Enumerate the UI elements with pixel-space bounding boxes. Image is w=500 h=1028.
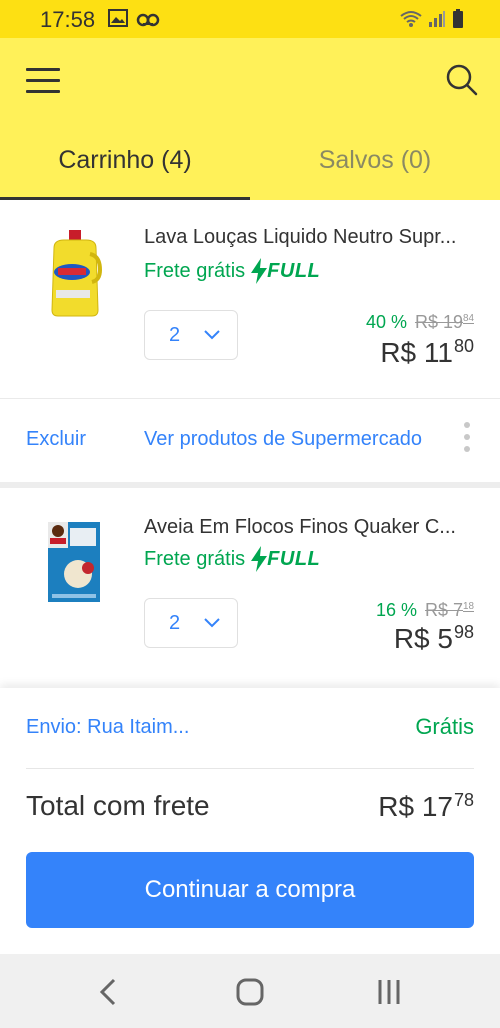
full-badge-label: FULL — [267, 547, 321, 570]
chevron-down-icon — [204, 618, 220, 628]
product-title[interactable]: Lava Louças Liquido Neutro Supr... — [144, 226, 480, 249]
total-value: R$ 1778 — [378, 790, 474, 822]
full-badge-label: FULL — [267, 259, 321, 282]
discount-percent: 16 % — [375, 600, 417, 620]
more-options-icon[interactable] — [462, 422, 472, 458]
hamburger-menu-icon[interactable] — [26, 68, 62, 96]
status-time: 17:58 — [40, 7, 96, 32]
quantity-value: 2 — [169, 612, 181, 634]
shipping-address[interactable]: Envio: Rua Itaim... — [26, 716, 189, 739]
cart-item: Lava Louças Liquido Neutro Supr... Frete… — [0, 200, 500, 482]
signal-icon — [428, 10, 446, 33]
status-icons-right — [400, 9, 464, 34]
tab-cart[interactable]: Carrinho (4) — [0, 120, 250, 200]
shipping-cost: Grátis — [415, 714, 474, 739]
full-badge: FULL — [251, 546, 320, 572]
image-icon — [108, 9, 128, 32]
divider — [26, 768, 474, 769]
recents-icon[interactable] — [370, 974, 410, 1010]
battery-icon — [452, 9, 464, 34]
old-price: R$ 718 — [424, 600, 474, 620]
status-bar: 17:58 — [0, 0, 500, 38]
cart-tabs: Carrinho (4) Salvos (0) — [0, 120, 500, 200]
voicemail-icon — [136, 8, 160, 33]
search-icon[interactable] — [444, 62, 480, 98]
home-icon[interactable] — [230, 974, 270, 1010]
item-price: R$ 1180 — [380, 336, 474, 368]
app-header: Carrinho (4) Salvos (0) — [0, 38, 500, 200]
tab-saved[interactable]: Salvos (0) — [250, 120, 500, 200]
product-title[interactable]: Aveia Em Flocos Finos Quaker C... — [144, 516, 480, 539]
system-nav-bar — [0, 954, 500, 1028]
item-actions: Excluir Ver produtos de Supermercado — [0, 400, 500, 482]
status-icons-left — [108, 8, 160, 33]
item-price: R$ 598 — [393, 622, 474, 654]
discount-row: 40 % R$ 1984 — [366, 312, 474, 333]
free-shipping-label: Frete grátis — [144, 259, 246, 282]
old-price: R$ 1984 — [414, 312, 474, 332]
product-image-oats[interactable] — [40, 516, 110, 606]
discount-percent: 40 % — [365, 312, 407, 332]
quantity-select[interactable]: 2 — [144, 598, 238, 648]
total-label: Total com frete — [26, 790, 210, 821]
discount-row: 16 % R$ 718 — [376, 600, 474, 621]
back-icon[interactable] — [90, 974, 130, 1010]
continue-purchase-button[interactable]: Continuar a compra — [26, 852, 474, 928]
category-link[interactable]: Ver produtos de Supermercado — [144, 428, 422, 451]
quantity-value: 2 — [169, 324, 181, 346]
divider — [0, 398, 500, 399]
quantity-select[interactable]: 2 — [144, 310, 238, 360]
lightning-icon — [251, 258, 268, 284]
full-badge: FULL — [251, 258, 320, 284]
free-shipping-label: Frete grátis — [144, 547, 246, 570]
delete-button[interactable]: Excluir — [26, 428, 86, 451]
lightning-icon — [251, 546, 268, 572]
product-image-dish-soap[interactable] — [40, 230, 110, 320]
chevron-down-icon — [204, 330, 220, 340]
shipping-info: Frete grátis FULL — [144, 258, 320, 284]
order-summary: Envio: Rua Itaim... Grátis Total com fre… — [0, 688, 500, 954]
shipping-info: Frete grátis FULL — [144, 546, 320, 572]
wifi-icon — [400, 10, 422, 33]
cart-item: Aveia Em Flocos Finos Quaker C... Frete … — [0, 488, 500, 688]
